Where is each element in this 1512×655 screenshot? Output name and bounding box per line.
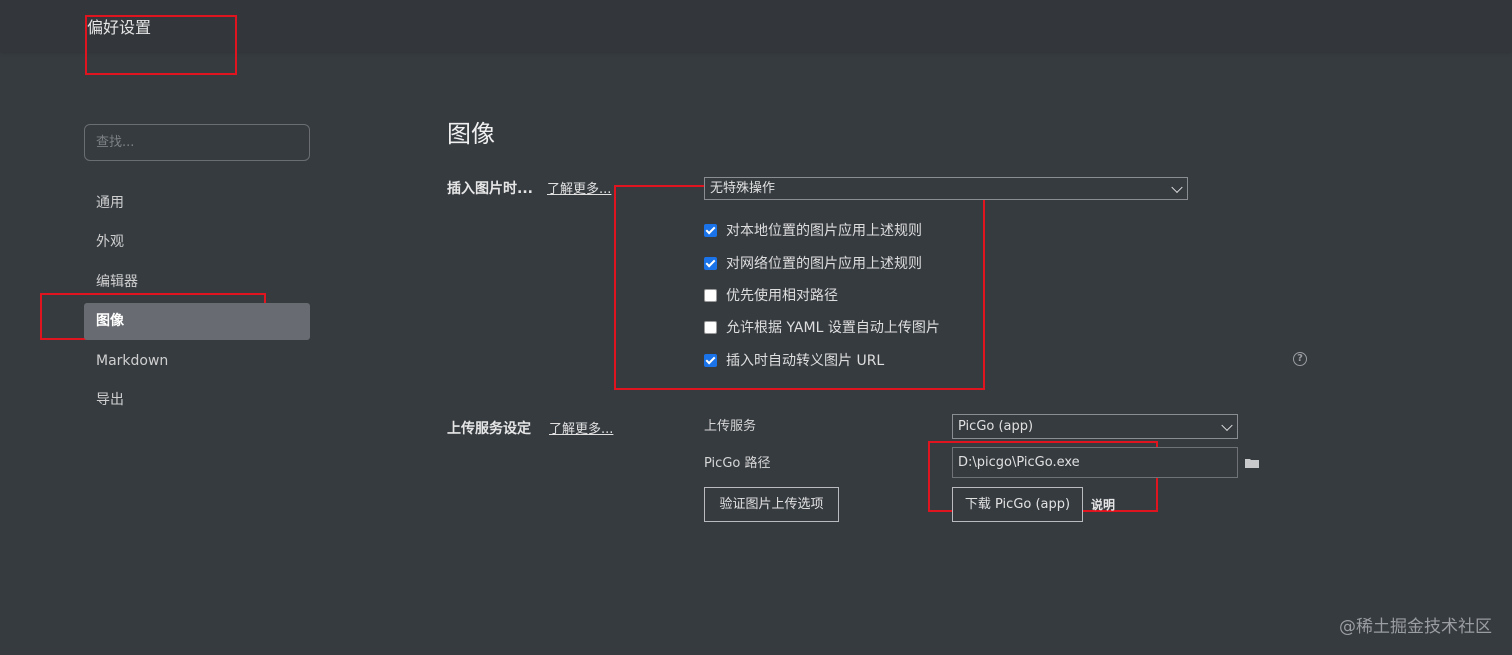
sidebar-item-appearance[interactable]: 外观 xyxy=(84,224,310,261)
page-title: 图像 xyxy=(447,120,495,148)
option-label: 优先使用相对路径 xyxy=(726,288,838,304)
insert-learn-more-link[interactable]: 了解更多... xyxy=(547,178,611,197)
sidebar-item-general[interactable]: 通用 xyxy=(84,185,310,222)
upload-service-select[interactable]: PicGo (app) xyxy=(952,414,1238,439)
insert-section-label: 插入图片时... xyxy=(447,181,533,197)
checkbox-checked[interactable] xyxy=(704,256,717,270)
option-relative-path[interactable]: 优先使用相对路径 xyxy=(704,285,838,305)
folder-icon[interactable] xyxy=(1245,458,1259,468)
chevron-down-icon xyxy=(1221,419,1233,431)
option-escape-url[interactable]: 插入时自动转义图片 URL xyxy=(704,350,884,370)
upload-service-value: PicGo (app) xyxy=(958,419,1034,434)
chevron-down-icon xyxy=(1171,181,1183,193)
sidebar-item-editor[interactable]: 编辑器 xyxy=(84,264,310,301)
option-label: 对网络位置的图片应用上述规则 xyxy=(726,256,922,272)
search-input[interactable] xyxy=(84,124,310,161)
sidebar-item-export[interactable]: 导出 xyxy=(84,382,310,419)
watermark: @稀土掘金技术社区 xyxy=(1339,617,1492,637)
verify-upload-button[interactable]: 验证图片上传选项 xyxy=(704,487,839,522)
checkbox-checked[interactable] xyxy=(704,353,717,367)
option-local-images[interactable]: 对本地位置的图片应用上述规则 xyxy=(704,220,922,240)
upload-service-label: 上传服务 xyxy=(704,419,757,434)
annotation-box-title xyxy=(85,15,237,75)
picgo-path-label: PicGo 路径 xyxy=(704,456,771,471)
checkbox-unchecked[interactable] xyxy=(704,288,717,302)
picgo-path-input[interactable] xyxy=(952,447,1238,478)
option-label: 插入时自动转义图片 URL xyxy=(726,353,885,369)
insert-action-select[interactable]: 无特殊操作 xyxy=(704,177,1188,200)
option-label: 对本地位置的图片应用上述规则 xyxy=(726,223,922,239)
download-picgo-button[interactable]: 下载 PicGo (app) xyxy=(952,487,1083,522)
sidebar-item-markdown[interactable]: Markdown xyxy=(84,343,310,380)
explain-link[interactable]: 说明 xyxy=(1091,496,1115,513)
sidebar-item-image[interactable]: 图像 xyxy=(84,303,310,340)
upload-section-label: 上传服务设定 xyxy=(447,421,531,437)
help-icon[interactable]: ? xyxy=(1293,352,1307,366)
insert-action-value: 无特殊操作 xyxy=(710,181,776,196)
option-label: 允许根据 YAML 设置自动上传图片 xyxy=(726,320,940,336)
checkbox-unchecked[interactable] xyxy=(704,320,717,334)
option-network-images[interactable]: 对网络位置的图片应用上述规则 xyxy=(704,253,922,273)
option-yaml-upload[interactable]: 允许根据 YAML 设置自动上传图片 xyxy=(704,317,940,337)
checkbox-checked[interactable] xyxy=(704,223,717,237)
upload-learn-more-link[interactable]: 了解更多... xyxy=(549,418,613,437)
